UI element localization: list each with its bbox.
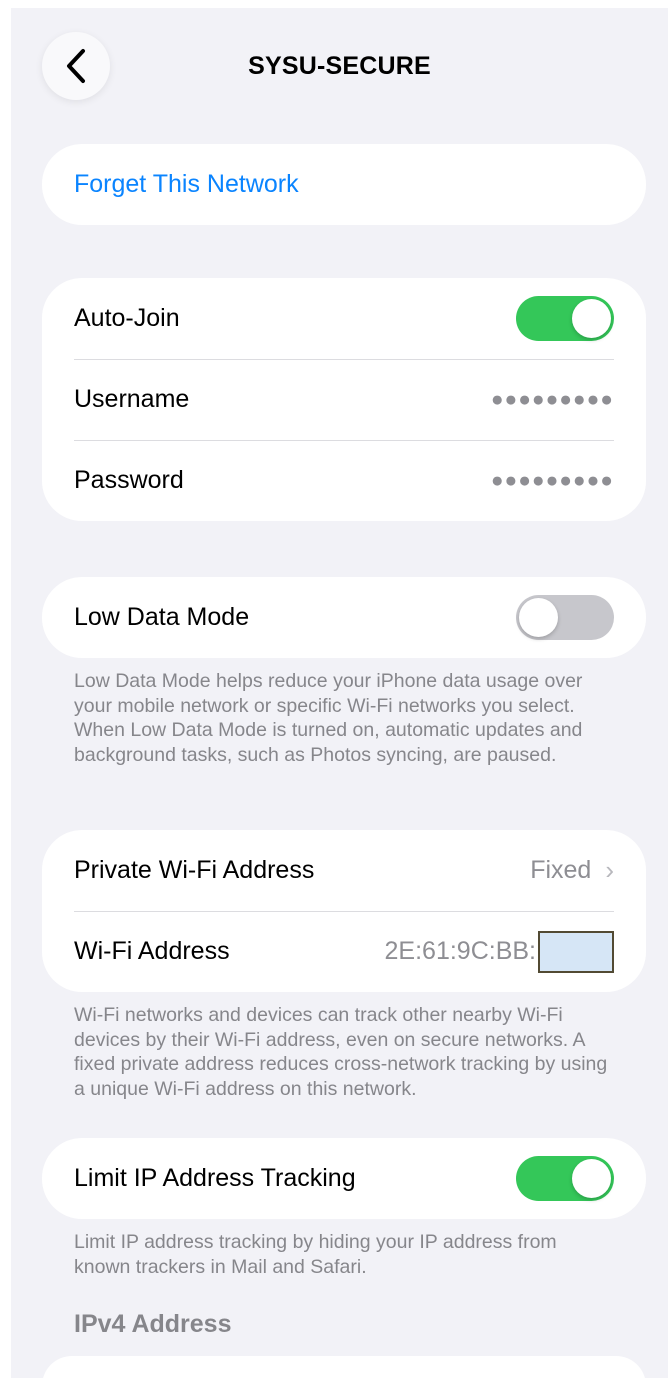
auto-join-row: Auto-Join bbox=[42, 278, 646, 359]
page-title: SYSU-SECURE bbox=[248, 52, 431, 80]
wifi-address-row: Wi-Fi Address 2E:61:9C:BB: bbox=[42, 911, 646, 992]
username-row[interactable]: Username ●●●●●●●●● bbox=[42, 359, 646, 440]
forget-network-label: Forget This Network bbox=[74, 170, 299, 198]
limit-ip-toggle[interactable] bbox=[516, 1156, 614, 1201]
private-address-value: Fixed bbox=[530, 856, 592, 884]
username-value: ●●●●●●●●● bbox=[490, 387, 614, 411]
password-value: ●●●●●●●●● bbox=[490, 468, 614, 492]
credentials-card: Auto-Join Username ●●●●●●●●● Password ●●… bbox=[42, 278, 646, 521]
forget-network-button[interactable]: Forget This Network bbox=[42, 144, 646, 225]
toggle-knob bbox=[519, 598, 558, 637]
auto-join-label: Auto-Join bbox=[74, 304, 180, 332]
password-label: Password bbox=[74, 466, 184, 494]
private-address-card: Private Wi-Fi Address Fixed › Wi-Fi Addr… bbox=[42, 830, 646, 992]
ipv4-section-header: IPv4 Address bbox=[74, 1310, 232, 1338]
limit-ip-footnote: Limit IP address tracking by hiding your… bbox=[74, 1231, 557, 1278]
private-address-label: Private Wi-Fi Address bbox=[74, 856, 315, 884]
password-row[interactable]: Password ●●●●●●●●● bbox=[42, 440, 646, 521]
wifi-address-value: 2E:61:9C:BB: bbox=[384, 937, 536, 965]
limit-ip-label: Limit IP Address Tracking bbox=[74, 1164, 356, 1192]
forget-network-card: Forget This Network bbox=[42, 144, 646, 225]
toggle-knob bbox=[572, 1159, 611, 1198]
private-address-footnote: Wi-Fi networks and devices can track oth… bbox=[74, 1004, 608, 1100]
username-label: Username bbox=[74, 385, 190, 413]
limit-ip-row: Limit IP Address Tracking bbox=[42, 1138, 646, 1219]
limit-ip-card: Limit IP Address Tracking bbox=[42, 1138, 646, 1219]
ipv4-card bbox=[42, 1356, 646, 1378]
private-address-row[interactable]: Private Wi-Fi Address Fixed › bbox=[42, 830, 646, 911]
low-data-toggle[interactable] bbox=[516, 595, 614, 640]
low-data-footnote: Low Data Mode helps reduce your iPhone d… bbox=[74, 670, 583, 766]
low-data-card: Low Data Mode bbox=[42, 577, 646, 658]
low-data-row: Low Data Mode bbox=[42, 577, 646, 658]
low-data-label: Low Data Mode bbox=[74, 603, 250, 631]
toggle-knob bbox=[572, 299, 611, 338]
wifi-address-label: Wi-Fi Address bbox=[74, 937, 230, 965]
redaction-box bbox=[538, 930, 614, 973]
wifi-network-settings-screen: SYSU-SECURE Forget This Network Auto-Joi… bbox=[11, 8, 668, 1378]
wifi-address-value-wrap: 2E:61:9C:BB: bbox=[384, 930, 614, 973]
chevron-right-icon: › bbox=[605, 855, 614, 885]
auto-join-toggle[interactable] bbox=[516, 296, 614, 341]
